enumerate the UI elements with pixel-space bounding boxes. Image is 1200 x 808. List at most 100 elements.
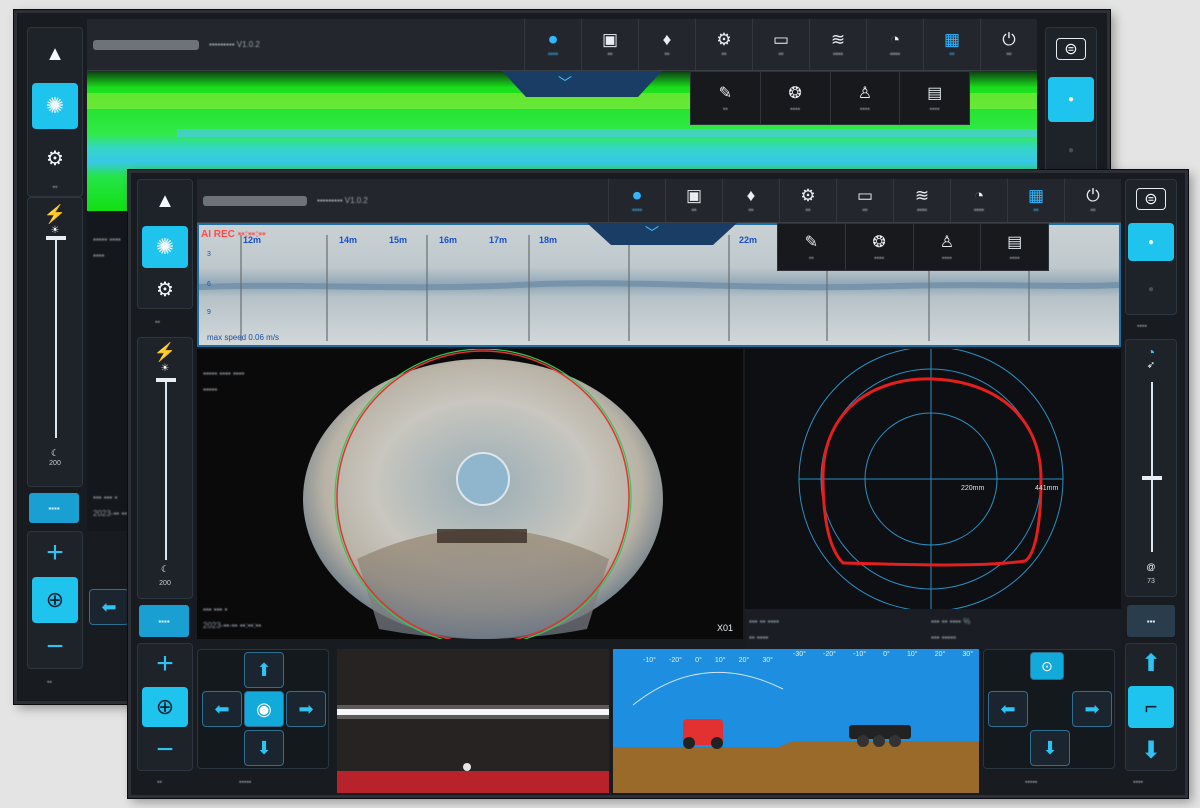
arrow-up-icon[interactable]: ⬆: [1128, 647, 1174, 680]
back_window-toolbar-button-0[interactable]: ⏺ ▪▪▪▪: [524, 19, 581, 70]
crawler-down[interactable]: ⬇: [1030, 730, 1070, 766]
back_window-toolbar-button-7[interactable]: ▦ ▪▪: [923, 19, 980, 70]
plus-icon[interactable]: +: [32, 535, 78, 571]
gear-icon[interactable]: ⚙: [142, 274, 188, 305]
grid-icon: ▦: [943, 29, 961, 49]
gear-icon[interactable]: ⚙: [32, 135, 78, 181]
aperture-icon[interactable]: ✺: [142, 225, 188, 268]
tilt-scale: -30° -20° -10° 0° 10° 20° 30°: [793, 651, 973, 658]
camera-info-4: 2023-▪▪-▪▪ ▪▪:▪▪:▪▪: [203, 621, 262, 630]
speed-slider[interactable]: [1151, 382, 1153, 552]
back_window-toolbar-button-5[interactable]: ≋ ▪▪▪▪: [809, 19, 866, 70]
front_window-toolbar-button-7[interactable]: ▦ ▪▪: [1007, 179, 1064, 222]
drop-icon: ♦: [746, 185, 756, 205]
front-app-window: ▲ ✺ ⚙ ▪▪ ⚡ ☀ ☾ 200 ▪▪▪▪ + ⊕ − ▪▪ ▪▪▪▪▪▪▪…: [128, 170, 1188, 798]
app-title-label: ▪▪▪▪▪▪▪▪▪ V1.0.2: [317, 196, 368, 205]
front_window-toolbar-button-0[interactable]: ⏺ ▪▪▪▪: [608, 179, 665, 222]
right-active-dot[interactable]: ●: [1128, 223, 1174, 262]
camera-center-icon[interactable]: ◉: [244, 691, 284, 727]
front_window-toolbar-button-3[interactable]: ⚙ ▪▪: [779, 179, 836, 222]
angle-tick: 0°: [695, 657, 702, 664]
cable-reel-icon[interactable]: ⊜: [1056, 38, 1086, 60]
distance-mark: 15m: [389, 235, 408, 245]
dpad-left-caption: ▪▪▪▪▪: [239, 779, 252, 786]
speed-slider-panel: ◔ ➶ @ 73: [1125, 339, 1177, 597]
attitude-image: [613, 649, 979, 793]
back-pencil-tool[interactable]: ✎ ▪▪: [691, 72, 761, 124]
dpad-up[interactable]: ⬆: [244, 652, 284, 688]
zoom-icon[interactable]: ⊕: [32, 577, 78, 623]
steering-wheel-icon[interactable]: ⊙: [1030, 652, 1064, 680]
back-light-slider[interactable]: [55, 238, 57, 438]
crawler-left[interactable]: ⬅: [988, 691, 1028, 727]
sun-icon: ☀: [50, 225, 60, 236]
back_window-toolbar-button-8[interactable]: ⏻ ▪▪: [980, 19, 1037, 70]
toolbar-button-caption: ▪▪: [1033, 206, 1039, 214]
minus-icon[interactable]: −: [32, 629, 78, 665]
power-icon: ⏻: [1086, 185, 1100, 205]
subtool-2[interactable]: ♙ ▪▪▪▪: [914, 224, 982, 270]
toolbar-button-caption: ▪▪▪▪: [890, 50, 900, 58]
subtool-3[interactable]: ▤ ▪▪▪▪: [981, 224, 1048, 270]
profile-view: 220mm 441mm: [745, 349, 1121, 609]
dpad-right[interactable]: ➡: [286, 691, 326, 727]
inner-ring-label: 220mm: [961, 485, 985, 492]
cable-reel-icon[interactable]: ⊜: [1136, 188, 1166, 210]
depth-mark: 6: [207, 281, 211, 288]
back_window-toolbar-button-4[interactable]: ▭ ▪▪: [752, 19, 809, 70]
toolbar-button-caption: ▪▪: [778, 50, 784, 58]
subtool-0[interactable]: ✎ ▪▪: [778, 224, 846, 270]
plus-icon[interactable]: +: [142, 647, 188, 681]
rocket-icon: ➶: [1146, 360, 1156, 371]
back-dropdown-tab[interactable]: [502, 71, 662, 97]
back-right-active-dot[interactable]: ●: [1048, 77, 1094, 122]
front_window-toolbar-button-6[interactable]: ◔ ▪▪▪▪: [950, 179, 1007, 222]
toolbar-button-caption: ▪▪▪▪: [632, 206, 642, 214]
right-dim-dot[interactable]: ●: [1128, 267, 1174, 311]
pipe-profile-chart: [798, 349, 1064, 609]
zoom-icon[interactable]: ⊕: [142, 687, 188, 727]
dpad-left[interactable]: ⬅: [202, 691, 242, 727]
crawler-right[interactable]: ➡: [1072, 691, 1112, 727]
back-left-pill[interactable]: ▪▪▪▪: [29, 493, 79, 523]
left-action-pill[interactable]: ▪▪▪▪: [139, 605, 189, 637]
back_window-toolbar-button-1[interactable]: ▣ ▪▪: [581, 19, 638, 70]
robot-arm-icon[interactable]: ⌐: [1128, 686, 1174, 728]
mountain-icon[interactable]: ▲: [142, 183, 188, 220]
power-icon: ⏻: [1002, 29, 1016, 49]
arrow-down-icon[interactable]: ⬇: [1128, 734, 1174, 767]
light-slider-knob[interactable]: [156, 378, 176, 382]
back-bell-tool[interactable]: ♙ ▪▪▪▪: [831, 72, 901, 124]
right-action-pill[interactable]: ▪▪▪: [1127, 605, 1175, 637]
subtool-caption: ▪▪▪▪: [1009, 255, 1020, 262]
dpad-down[interactable]: ⬇: [244, 730, 284, 766]
chevron-down-icon[interactable]: ﹀: [645, 223, 659, 243]
subtool-1[interactable]: ❂ ▪▪▪▪: [846, 224, 914, 270]
back-right-dim-dot[interactable]: ●: [1048, 128, 1094, 173]
front_window-toolbar-button-5[interactable]: ≋ ▪▪▪▪: [893, 179, 950, 222]
camera-dpad: ⬆ ⬅ ◉ ➡ ⬇: [197, 649, 329, 769]
bell-icon: ♙: [939, 234, 955, 251]
left-mode-panel: ▲ ✺ ⚙: [137, 179, 193, 309]
front_window-toolbar-button-8[interactable]: ⏻ ▪▪: [1064, 179, 1121, 222]
back-palette-tool[interactable]: ❂ ▪▪▪▪: [761, 72, 831, 124]
light-slider[interactable]: [165, 382, 167, 560]
front_window-toolbar-button-4[interactable]: ▭ ▪▪: [836, 179, 893, 222]
mountain-icon[interactable]: ▲: [32, 31, 78, 77]
back-arrow-left[interactable]: ⬅: [89, 589, 129, 625]
aperture-icon[interactable]: ✺: [32, 83, 78, 129]
back_window-toolbar-button-3[interactable]: ⚙ ▪▪: [695, 19, 752, 70]
toolbar-button-caption: ▪▪: [1090, 206, 1096, 214]
front_window-toolbar-button-1[interactable]: ▣ ▪▪: [665, 179, 722, 222]
back-calendar-tool[interactable]: ▤ ▪▪▪▪: [900, 72, 969, 124]
back-chevron-down-icon[interactable]: ﹀: [558, 73, 572, 93]
minus-icon[interactable]: −: [142, 733, 188, 767]
front_window-toolbar-button-2[interactable]: ♦ ▪▪: [722, 179, 779, 222]
dropdown-tab[interactable]: [587, 223, 737, 245]
back_window-toolbar-button-6[interactable]: ◔ ▪▪▪▪: [866, 19, 923, 70]
speed-slider-knob[interactable]: [1142, 476, 1162, 480]
back-slider-value: 200: [49, 460, 61, 467]
back_window-toolbar-button-2[interactable]: ♦ ▪▪: [638, 19, 695, 70]
subtool-caption: ▪▪▪▪: [874, 255, 885, 262]
back-light-slider-knob[interactable]: [46, 236, 66, 240]
